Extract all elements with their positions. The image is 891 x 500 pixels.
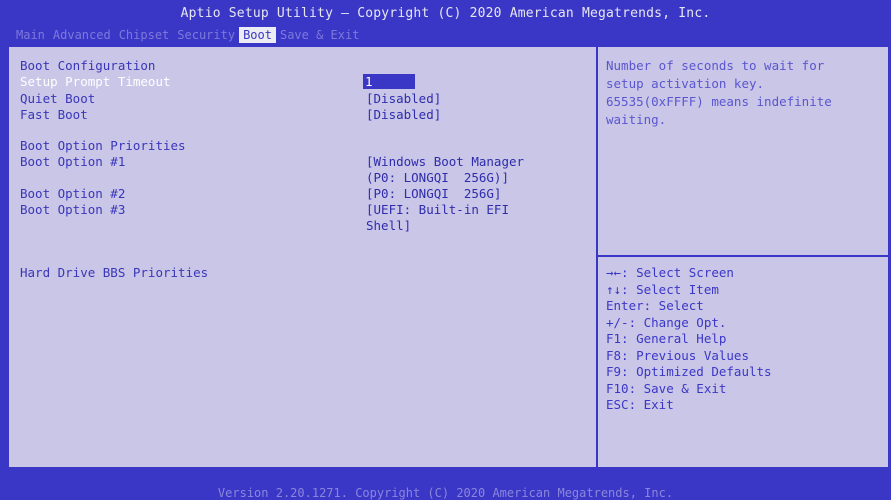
key-legend: →←: Select Screen ↑↓: Select Item Enter:… bbox=[606, 265, 882, 414]
boot-option-2-value[interactable]: [P0: LONGQI 256G] bbox=[366, 186, 501, 201]
key-general-help: F1: General Help bbox=[606, 331, 727, 346]
setup-prompt-timeout-value[interactable]: 1 bbox=[363, 74, 415, 89]
section-boot-configuration: Boot Configuration bbox=[20, 58, 156, 73]
tab-main[interactable]: Main bbox=[12, 27, 49, 43]
boot-option-3-label[interactable]: Boot Option #3 bbox=[20, 202, 125, 217]
fast-boot-value[interactable]: [Disabled] bbox=[366, 107, 441, 122]
panel-divider-vertical bbox=[596, 47, 598, 467]
boot-option-3-value-line1[interactable]: [UEFI: Built-in EFI bbox=[366, 202, 509, 217]
tab-advanced[interactable]: Advanced bbox=[49, 27, 115, 43]
key-previous-values: F8: Previous Values bbox=[606, 347, 749, 363]
setup-prompt-timeout-label[interactable]: Setup Prompt Timeout bbox=[20, 74, 171, 89]
key-select-item: ↑↓: Select Item bbox=[606, 281, 719, 297]
boot-option-2-label[interactable]: Boot Option #2 bbox=[20, 186, 125, 201]
tab-save-exit[interactable]: Save & Exit bbox=[276, 27, 363, 43]
key-enter-select: Enter: Select bbox=[606, 298, 704, 313]
fast-boot-label[interactable]: Fast Boot bbox=[20, 107, 88, 122]
help-line: setup activation key. bbox=[606, 76, 765, 91]
key-optimized-defaults: F9: Optimized Defaults bbox=[606, 364, 772, 379]
boot-option-1-value-line1[interactable]: [Windows Boot Manager bbox=[366, 154, 524, 169]
key-select-screen: →←: Select Screen bbox=[606, 265, 734, 280]
tab-chipset[interactable]: Chipset bbox=[115, 27, 174, 43]
help-line: waiting. bbox=[606, 112, 667, 127]
key-save-exit: F10: Save & Exit bbox=[606, 380, 727, 396]
quiet-boot-value[interactable]: [Disabled] bbox=[366, 91, 441, 106]
section-boot-option-priorities: Boot Option Priorities bbox=[20, 138, 186, 153]
boot-option-1-label[interactable]: Boot Option #1 bbox=[20, 154, 125, 169]
tab-security[interactable]: Security bbox=[173, 27, 239, 43]
quiet-boot-label[interactable]: Quiet Boot bbox=[20, 91, 95, 106]
help-line: Number of seconds to wait for bbox=[606, 58, 825, 73]
boot-option-1-value-line2[interactable]: (P0: LONGQI 256G)] bbox=[366, 170, 509, 185]
panel-divider-horizontal bbox=[598, 255, 888, 257]
key-change-opt: +/-: Change Opt. bbox=[606, 314, 727, 330]
tab-bar: Main Advanced Chipset Security Boot Save… bbox=[12, 27, 363, 43]
setup-prompt-timeout-field[interactable]: 1 bbox=[363, 74, 415, 89]
hard-drive-bbs-priorities[interactable]: Hard Drive BBS Priorities bbox=[20, 265, 208, 280]
help-text: Number of seconds to wait for setup acti… bbox=[606, 57, 882, 129]
boot-option-3-value-line2[interactable]: Shell] bbox=[366, 218, 411, 233]
bios-title: Aptio Setup Utility – Copyright (C) 2020… bbox=[180, 6, 711, 21]
bios-footer: Version 2.20.1271. Copyright (C) 2020 Am… bbox=[217, 486, 674, 500]
key-esc-exit: ESC: Exit bbox=[606, 397, 674, 412]
tab-boot[interactable]: Boot bbox=[239, 27, 276, 43]
bios-screen: Aptio Setup Utility – Copyright (C) 2020… bbox=[0, 0, 891, 500]
help-line: 65535(0xFFFF) means indefinite bbox=[606, 94, 832, 109]
